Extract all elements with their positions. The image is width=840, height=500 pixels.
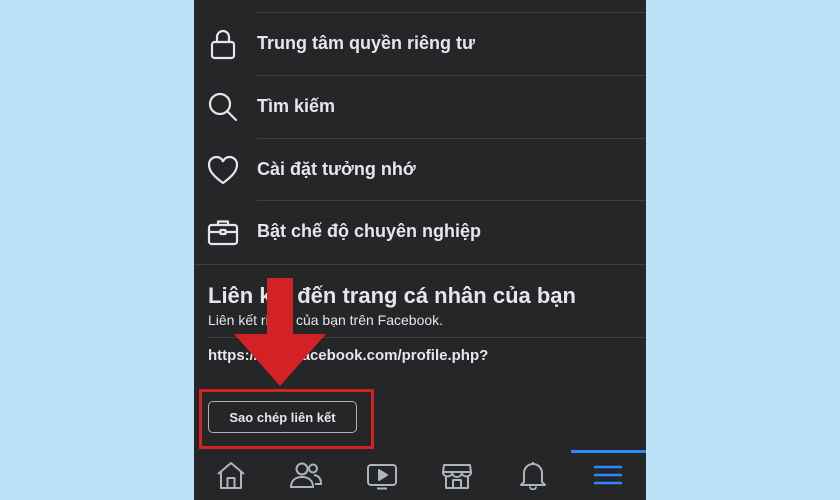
- friends-icon: [289, 462, 323, 488]
- active-tab-indicator: [571, 450, 646, 453]
- home-icon: [217, 462, 245, 489]
- marketplace-icon: [442, 464, 472, 489]
- nav-video-tab[interactable]: [345, 450, 420, 500]
- briefcase-icon: [206, 215, 240, 249]
- annotation-highlight-box: [199, 389, 374, 449]
- menu-item-label: Bật chế độ chuyên nghiệp: [257, 221, 482, 241]
- divider: [194, 264, 646, 265]
- menu-icon: [593, 465, 623, 485]
- nav-notifications-tab[interactable]: [496, 450, 571, 500]
- video-icon: [367, 464, 397, 490]
- menu-item-label: Cài đặt tưởng nhớ: [257, 159, 416, 179]
- bottom-navigation-bar: [194, 450, 646, 500]
- heart-icon: [206, 153, 240, 187]
- nav-menu-tab[interactable]: [571, 450, 646, 500]
- nav-friends-tab[interactable]: [269, 450, 344, 500]
- menu-item-memorialization-settings[interactable]: Cài đặt tưởng nhớ: [194, 139, 646, 201]
- search-icon: [206, 90, 240, 124]
- bell-icon: [520, 462, 546, 490]
- nav-home-tab[interactable]: [194, 450, 269, 500]
- menu-item-label: Trung tâm quyền riêng tư: [257, 33, 476, 53]
- lock-icon: [206, 27, 240, 61]
- menu-item-search[interactable]: Tìm kiếm: [194, 76, 646, 138]
- nav-marketplace-tab[interactable]: [420, 450, 495, 500]
- menu-item-privacy-center[interactable]: Trung tâm quyền riêng tư: [194, 13, 646, 75]
- annotation-arrow-icon: [234, 278, 326, 386]
- menu-item-professional-mode[interactable]: Bật chế độ chuyên nghiệp: [194, 201, 646, 263]
- menu-item-label: Tìm kiếm: [257, 96, 336, 116]
